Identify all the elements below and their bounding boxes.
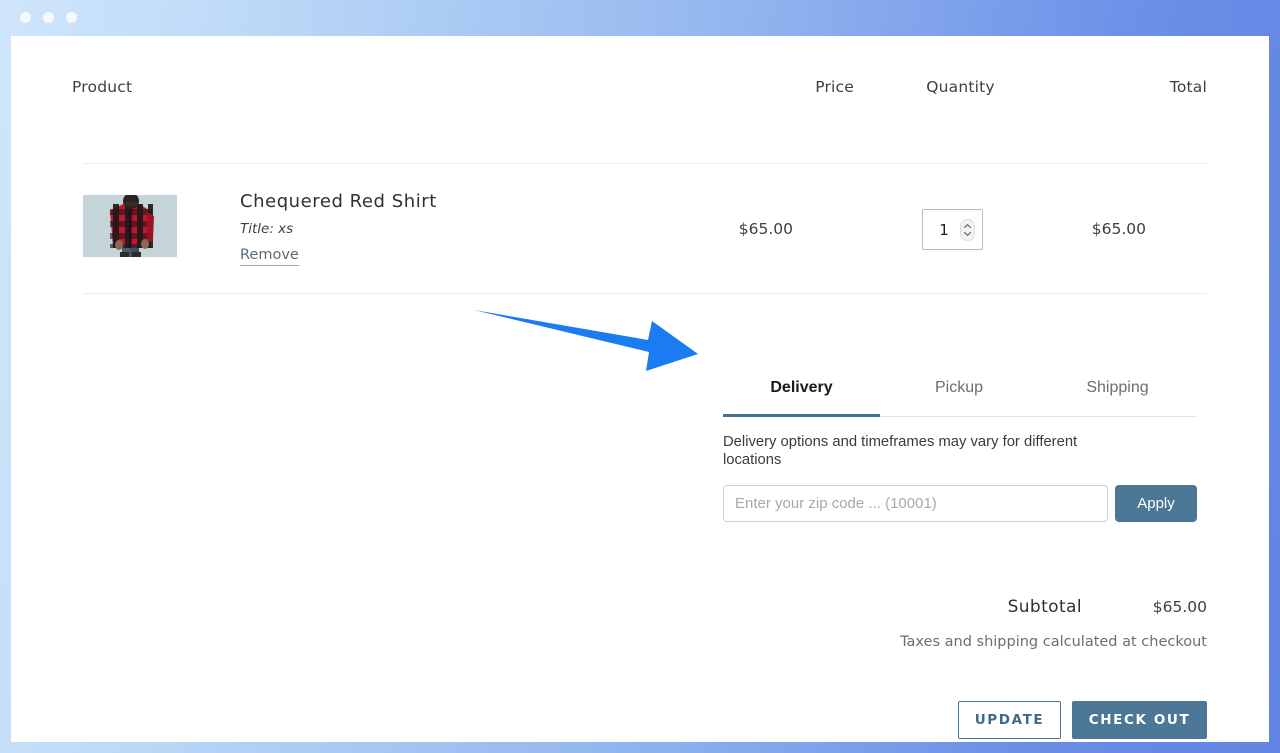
product-price: $65.00 <box>738 220 793 238</box>
update-cart-button[interactable]: UPDATE <box>958 701 1061 739</box>
window-titlebar <box>0 0 1280 36</box>
tab-shipping[interactable]: Shipping <box>1038 377 1197 414</box>
tab-pickup[interactable]: Pickup <box>880 377 1038 414</box>
chevron-up-icon[interactable] <box>964 224 971 228</box>
product-thumbnail[interactable] <box>83 195 177 257</box>
quantity-input[interactable]: 1 <box>933 221 955 239</box>
table-row: Chequered Red Shirt Title: xs Remove $65… <box>11 36 1269 266</box>
active-tab-indicator <box>723 414 880 417</box>
zip-code-row: Apply <box>723 485 1197 522</box>
window-controls <box>20 12 77 23</box>
checkout-button[interactable]: CHECK OUT <box>1072 701 1207 739</box>
subtotal-value: $65.00 <box>1152 598 1207 616</box>
product-line-total: $65.00 <box>1091 220 1146 238</box>
remove-item-link[interactable]: Remove <box>240 246 299 266</box>
subtotal-row: Subtotal $65.00 <box>871 597 1207 617</box>
quantity-stepper[interactable]: 1 <box>922 209 983 250</box>
cart-actions: UPDATE CHECK OUT <box>711 701 1207 739</box>
delivery-panel: Delivery Pickup Shipping Delivery option… <box>723 377 1197 522</box>
minimize-window-button[interactable] <box>43 12 54 23</box>
subtotal-label: Subtotal <box>1007 597 1082 617</box>
zip-code-input[interactable] <box>723 485 1108 522</box>
product-title[interactable]: Chequered Red Shirt <box>240 190 660 214</box>
tab-delivery[interactable]: Delivery <box>723 377 880 414</box>
quantity-spinner[interactable] <box>960 219 975 241</box>
product-info: Chequered Red Shirt Title: xs Remove <box>240 190 660 266</box>
close-window-button[interactable] <box>20 12 31 23</box>
apply-zip-button[interactable]: Apply <box>1115 485 1197 522</box>
tax-note: Taxes and shipping calculated at checkou… <box>900 634 1207 650</box>
chevron-down-icon[interactable] <box>964 232 971 236</box>
product-variant: Title: xs <box>240 221 294 237</box>
delivery-note: Delivery options and timeframes may vary… <box>723 434 1078 468</box>
cart-page: Product Price Quantity Total Chequered R… <box>11 36 1269 742</box>
maximize-window-button[interactable] <box>66 12 77 23</box>
delivery-tabs: Delivery Pickup Shipping <box>723 377 1197 417</box>
browser-window: Product Price Quantity Total Chequered R… <box>0 0 1280 753</box>
row-divider <box>83 293 1207 294</box>
